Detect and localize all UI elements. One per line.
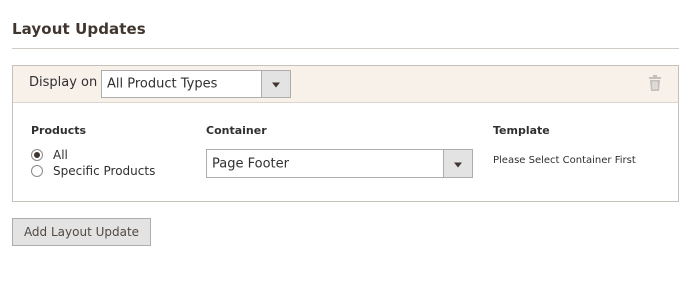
chevron-down-icon xyxy=(272,82,280,88)
template-value: Please Select Container First xyxy=(493,155,636,166)
radio-specific-products-label: Specific Products xyxy=(53,164,156,178)
trash-icon[interactable] xyxy=(649,75,661,91)
display-on-select[interactable]: All Product Types xyxy=(101,70,291,98)
template-heading: Template xyxy=(493,124,550,137)
section-title: Layout Updates xyxy=(12,20,146,38)
chevron-down-icon xyxy=(454,162,462,167)
layout-update-panel: Display on All Product Types Products Co… xyxy=(12,65,679,202)
radio-all[interactable] xyxy=(31,149,43,161)
container-dropdown-toggle[interactable] xyxy=(443,150,472,177)
layout-update-header: Display on All Product Types xyxy=(13,66,678,103)
display-on-dropdown-toggle[interactable] xyxy=(261,71,290,97)
container-value: Page Footer xyxy=(212,156,289,171)
display-on-label: Display on xyxy=(29,75,98,90)
add-layout-update-button[interactable]: Add Layout Update xyxy=(12,218,151,246)
title-divider xyxy=(12,48,679,49)
layout-updates-page: Layout Updates Display on All Product Ty… xyxy=(0,0,685,281)
container-select[interactable]: Page Footer xyxy=(206,149,473,178)
radio-all-label: All xyxy=(53,148,68,162)
trash-icon-graphic xyxy=(649,75,661,91)
products-heading: Products xyxy=(31,124,87,137)
container-heading: Container xyxy=(206,124,267,137)
radio-specific-products[interactable] xyxy=(31,165,43,177)
display-on-value: All Product Types xyxy=(107,76,218,92)
